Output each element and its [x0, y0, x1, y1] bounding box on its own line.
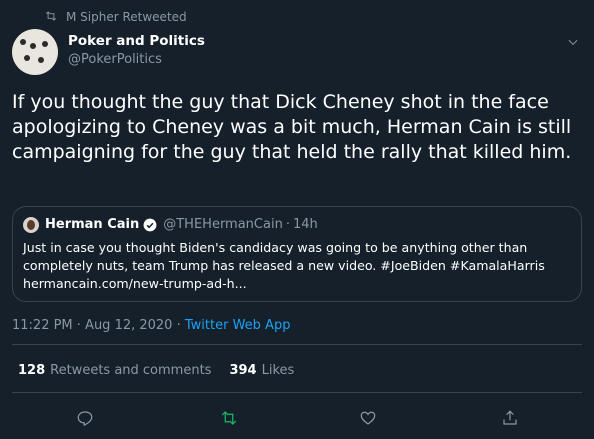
reply-button[interactable]: [73, 406, 97, 430]
retweets-label[interactable]: Retweets and comments: [50, 363, 211, 378]
tweet-author: Poker and Politics @PokerPolitics: [68, 32, 205, 69]
divider: [12, 344, 582, 345]
tweet-stats: 128 Retweets and comments 394 Likes: [18, 363, 294, 378]
retweet-icon: [221, 411, 237, 425]
retweet-button[interactable]: [217, 406, 241, 430]
retweet-icon: [44, 9, 66, 26]
reply-icon: [77, 411, 93, 427]
share-icon: [503, 410, 517, 425]
quoted-tweet-header: Herman Cain @THEHermanCain · 14h: [23, 217, 318, 233]
quoted-author-name: Herman Cain: [45, 217, 140, 232]
social-context-label: M Sipher Retweeted: [66, 10, 187, 24]
more-options-button[interactable]: [566, 34, 580, 48]
verified-badge-icon: [143, 218, 157, 232]
share-button[interactable]: [498, 406, 522, 430]
quoted-time: 14h: [292, 217, 318, 232]
likes-label[interactable]: Likes: [262, 363, 295, 378]
retweets-count[interactable]: 128: [18, 363, 45, 378]
quoted-tweet[interactable]: Herman Cain @THEHermanCain · 14h Just in…: [12, 206, 582, 302]
action-bar: [0, 406, 594, 430]
meta-separator: ·: [172, 318, 185, 333]
like-button[interactable]: [356, 406, 380, 430]
quoted-tweet-text: Just in case you thought Biden's candida…: [23, 240, 545, 291]
author-handle[interactable]: @PokerPolitics: [68, 51, 205, 69]
tweet-source[interactable]: Twitter Web App: [185, 318, 291, 333]
likes-count[interactable]: 394: [229, 363, 256, 378]
chevron-down-icon: [568, 39, 578, 45]
divider: [12, 392, 582, 393]
tweet-text: If you thought the guy that Dick Cheney …: [12, 91, 572, 163]
tweet-meta: 11:22 PM · Aug 12, 2020 · Twitter Web Ap…: [12, 318, 290, 333]
quoted-author-handle: @THEHermanCain: [163, 217, 283, 232]
quoted-separator: ·: [285, 217, 290, 232]
social-context[interactable]: M Sipher Retweeted: [44, 9, 187, 25]
avatar[interactable]: [12, 29, 58, 75]
quoted-avatar: [23, 217, 39, 233]
author-name[interactable]: Poker and Politics: [68, 32, 205, 50]
tweet-timestamp[interactable]: 11:22 PM · Aug 12, 2020: [12, 318, 172, 333]
heart-icon: [360, 411, 376, 425]
